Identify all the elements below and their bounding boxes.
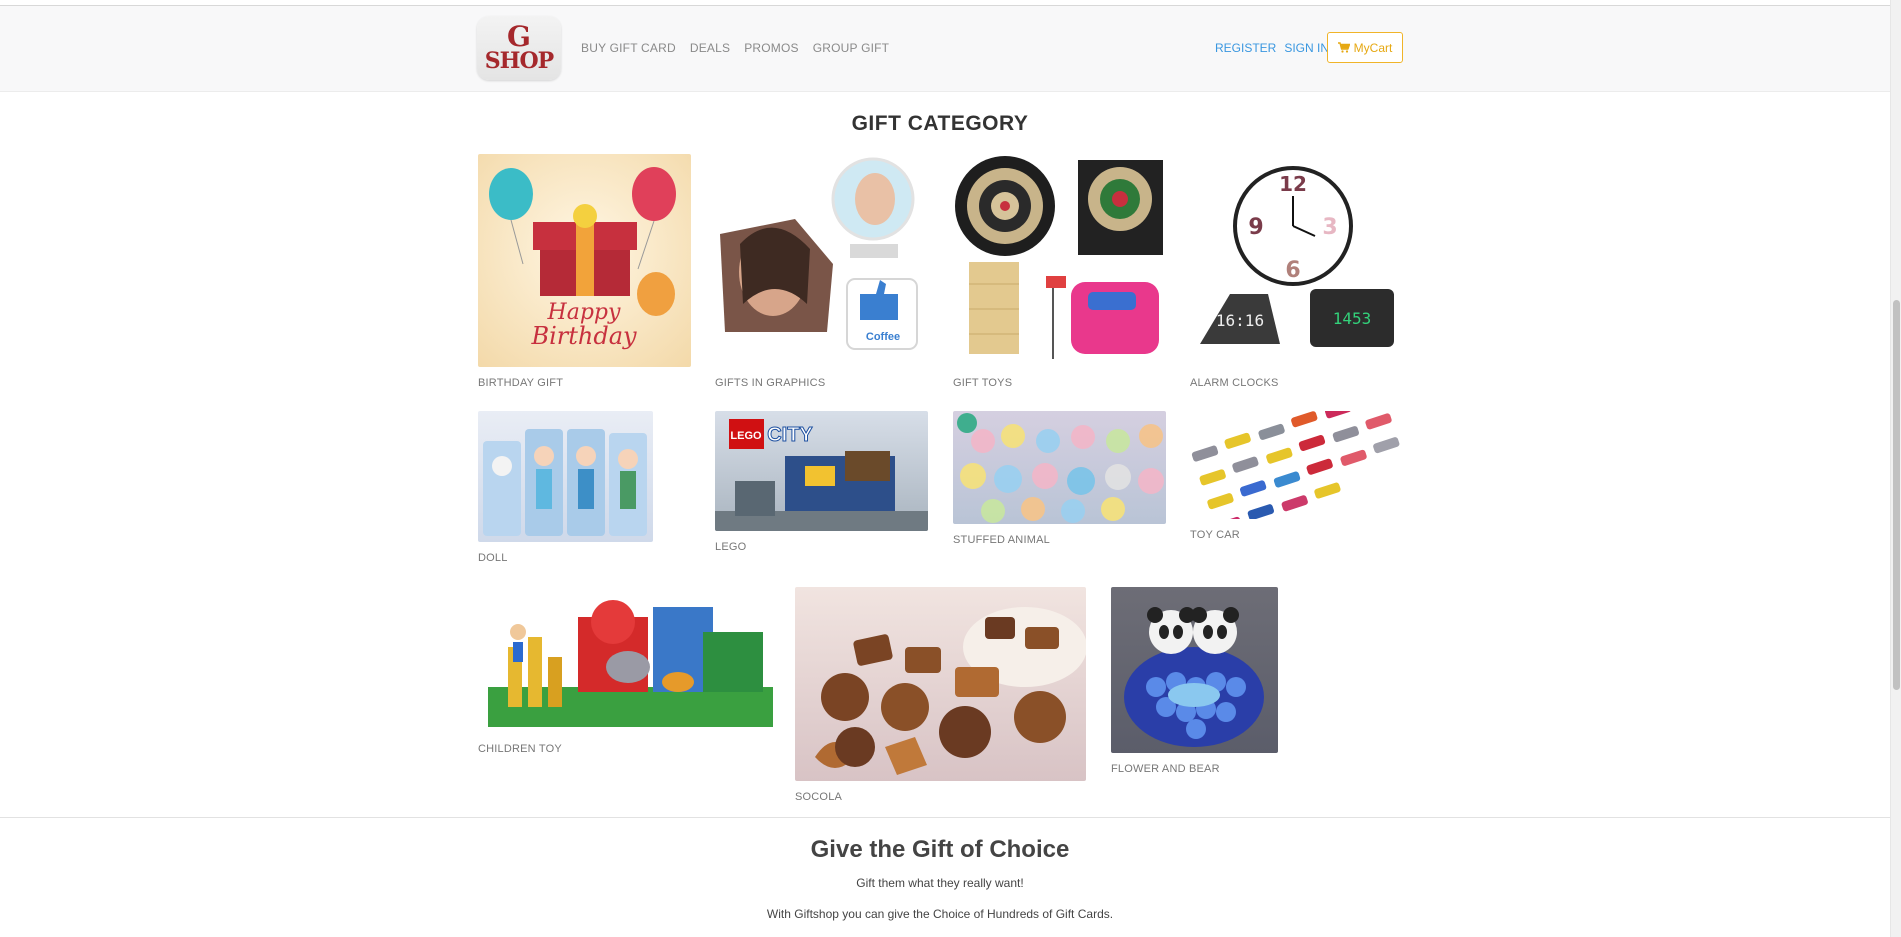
category-label: BIRTHDAY GIFT xyxy=(478,377,564,389)
page-scrollbar[interactable] xyxy=(1890,0,1901,937)
nav-promos[interactable]: PROMOS xyxy=(744,41,799,55)
flower-and-bear-image[interactable] xyxy=(1111,587,1278,753)
lego-illustration: LEGO CITY xyxy=(715,419,928,531)
svg-text:3: 3 xyxy=(1322,215,1337,240)
register-link[interactable]: REGISTER xyxy=(1215,41,1276,55)
svg-text:6: 6 xyxy=(1285,258,1300,283)
category-toy-car[interactable]: TOY CAR xyxy=(1190,411,1403,541)
birthday-illustration: Happy Birthday xyxy=(489,167,676,350)
stuffed-animal-image[interactable] xyxy=(953,411,1166,524)
site-header: G SHOP BUY GIFT CARD DEALS PROMOS GROUP … xyxy=(0,6,1890,92)
nav-deals[interactable]: DEALS xyxy=(690,41,730,55)
mycart-button[interactable]: MyCart xyxy=(1327,32,1403,63)
clocks-illustration: 12 3 6 9 16:16 1453 xyxy=(1200,166,1394,347)
category-flower-and-bear[interactable]: FLOWER AND BEAR xyxy=(1111,587,1278,775)
category-label: ALARM CLOCKS xyxy=(1190,377,1279,389)
coffee-text: Coffee xyxy=(866,331,900,343)
children-toy-image[interactable] xyxy=(478,587,773,733)
category-birthday-gift[interactable]: Happy Birthday BIRTHDAY GIFT xyxy=(478,154,691,389)
category-label: FLOWER AND BEAR xyxy=(1111,763,1220,775)
gift-toys-illustration xyxy=(955,156,1163,359)
socola-image[interactable] xyxy=(795,587,1086,781)
birthday-text-2: Birthday xyxy=(530,322,637,350)
category-label: CHILDREN TOY xyxy=(478,743,562,755)
svg-text:9: 9 xyxy=(1248,215,1263,240)
clock-text-1: 16:16 xyxy=(1216,311,1264,330)
logo-mark: G xyxy=(507,20,531,53)
category-label: DOLL xyxy=(478,552,508,564)
footer-title: Give the Gift of Choice xyxy=(810,836,1070,863)
category-label: LEGO xyxy=(715,541,747,553)
doll-image[interactable] xyxy=(478,411,653,542)
svg-text:12: 12 xyxy=(1279,172,1307,196)
city-logo-text: CITY xyxy=(767,424,813,446)
category-gift-toys[interactable]: GIFT TOYS xyxy=(953,154,1166,389)
alarm-clocks-image[interactable]: 12 3 6 9 16:16 1453 xyxy=(1190,154,1403,367)
category-label: SOCOLA xyxy=(795,791,843,803)
lego-image[interactable]: LEGO CITY xyxy=(715,411,928,531)
logo-text: SHOP xyxy=(484,48,554,74)
category-socola[interactable]: SOCOLA xyxy=(795,587,1086,803)
main-nav: BUY GIFT CARD DEALS PROMOS GROUP GIFT xyxy=(581,41,889,55)
signin-link[interactable]: SIGN IN xyxy=(1284,41,1329,55)
clock-text-2: 1453 xyxy=(1333,309,1372,328)
children-toy-illustration xyxy=(488,600,773,727)
gift-toys-image[interactable] xyxy=(953,154,1166,367)
gifts-in-graphics-image[interactable]: Coffee xyxy=(715,154,928,367)
socola-illustration xyxy=(815,607,1086,775)
gshop-logo[interactable]: G SHOP xyxy=(477,16,561,80)
flower-bear-illustration xyxy=(1124,607,1264,747)
scrollbar-thumb[interactable] xyxy=(1893,300,1900,690)
stuffed-animal-illustration xyxy=(957,413,1164,523)
toy-car-illustration xyxy=(1191,411,1400,519)
category-label: TOY CAR xyxy=(1190,529,1240,541)
auth-links: REGISTER SIGN IN xyxy=(1215,41,1329,55)
section-divider xyxy=(0,817,1890,818)
cart-icon xyxy=(1337,42,1350,53)
category-lego[interactable]: LEGO CITY LEGO xyxy=(715,411,928,553)
graphics-illustration: Coffee xyxy=(720,157,918,350)
nav-buy-gift-card[interactable]: BUY GIFT CARD xyxy=(581,41,676,55)
doll-illustration xyxy=(483,429,647,536)
toy-car-image[interactable] xyxy=(1190,411,1403,519)
section-title: GIFT CATEGORY xyxy=(851,112,1029,135)
cart-label: MyCart xyxy=(1353,40,1393,55)
category-label: STUFFED ANIMAL xyxy=(953,534,1050,546)
category-doll[interactable]: DOLL xyxy=(478,411,653,564)
category-label: GIFT TOYS xyxy=(953,377,1013,389)
category-children-toy[interactable]: CHILDREN TOY xyxy=(478,587,773,755)
category-label: GIFTS IN GRAPHICS xyxy=(715,377,826,389)
footer-text: With Giftshop you can give the Choice of… xyxy=(766,907,1114,921)
category-stuffed-animal[interactable]: STUFFED ANIMAL xyxy=(953,411,1166,546)
category-alarm-clocks[interactable]: 12 3 6 9 16:16 1453 ALARM CLOCKS xyxy=(1190,154,1403,389)
lego-logo-text: LEGO xyxy=(730,430,762,442)
footer-subtitle: Gift them what they really want! xyxy=(856,876,1024,890)
nav-group-gift[interactable]: GROUP GIFT xyxy=(813,41,889,55)
birthday-gift-image[interactable]: Happy Birthday xyxy=(478,154,691,367)
category-gifts-in-graphics[interactable]: Coffee GIFTS IN GRAPHICS xyxy=(715,154,928,389)
